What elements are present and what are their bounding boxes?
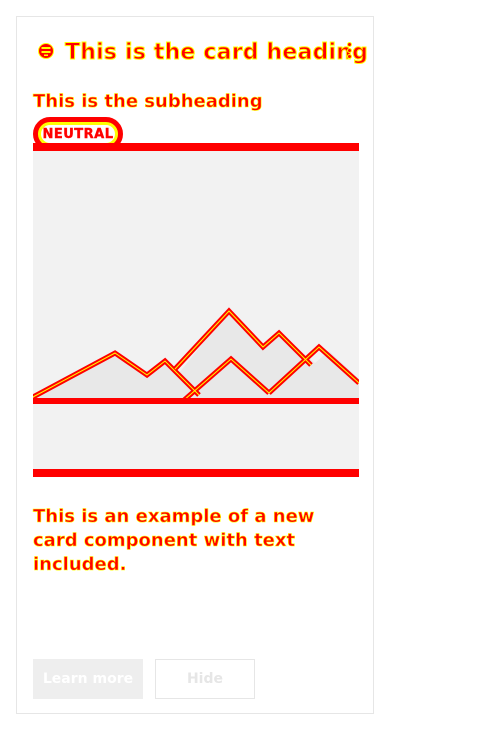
image-placeholder-icon	[33, 143, 359, 477]
card-body-text: This is an example of a new card compone…	[33, 506, 315, 576]
menu-dot	[348, 49, 351, 52]
hide-button[interactable]: Hide	[155, 659, 255, 699]
menu-dot	[348, 55, 351, 58]
menu-dot	[348, 43, 351, 46]
card-icon	[38, 43, 54, 59]
card-subheading: This is the subheading	[33, 91, 263, 113]
learn-more-button[interactable]: Learn more	[33, 659, 143, 699]
status-badge-inner: NEUTRAL	[41, 125, 115, 143]
card: This is the card heading This is the sub…	[16, 16, 374, 714]
card-header: This is the card heading	[33, 39, 368, 69]
card-title: This is the card heading	[64, 40, 369, 66]
status-badge-label: NEUTRAL	[42, 126, 114, 142]
more-menu-button[interactable]	[339, 39, 359, 63]
